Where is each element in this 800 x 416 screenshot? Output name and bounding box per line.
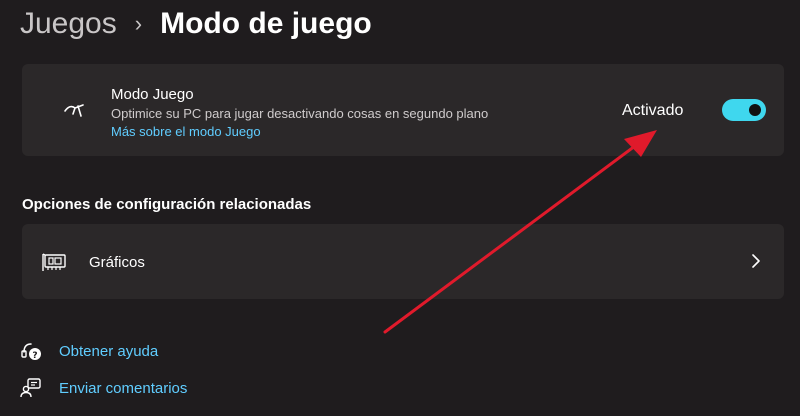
- toggle-knob: [749, 104, 761, 116]
- toggle-state-label: Activado: [622, 102, 684, 119]
- breadcrumb-separator: ›: [134, 11, 143, 36]
- game-mode-toggle[interactable]: [722, 99, 766, 121]
- help-icon: ?: [21, 343, 41, 361]
- send-feedback-label: Enviar comentarios: [59, 379, 188, 397]
- game-mode-card: Modo Juego Optimice su PC para jugar des…: [22, 64, 784, 156]
- graphics-settings-row[interactable]: Gráficos: [22, 224, 784, 299]
- game-mode-learn-more-link[interactable]: Más sobre el modo Juego: [111, 124, 261, 139]
- graphics-card-icon: [42, 253, 66, 271]
- breadcrumb-parent-link[interactable]: Juegos: [20, 7, 117, 41]
- svg-text:?: ?: [32, 351, 37, 361]
- game-mode-icon: [64, 104, 84, 117]
- game-mode-title: Modo Juego: [111, 86, 194, 103]
- page-title: Modo de juego: [160, 7, 372, 40]
- graphics-label: Gráficos: [89, 254, 145, 271]
- breadcrumb: Juegos › Modo de juego: [20, 4, 372, 44]
- feedback-icon: [20, 378, 41, 398]
- chevron-right-icon: [752, 254, 760, 268]
- get-help-label: Obtener ayuda: [59, 342, 159, 360]
- game-mode-description: Optimice su PC para jugar desactivando c…: [111, 106, 489, 121]
- send-feedback-link[interactable]: Enviar comentarios: [20, 377, 187, 399]
- get-help-link[interactable]: ? Obtener ayuda: [20, 340, 158, 362]
- related-settings-heading: Opciones de configuración relacionadas: [22, 196, 312, 213]
